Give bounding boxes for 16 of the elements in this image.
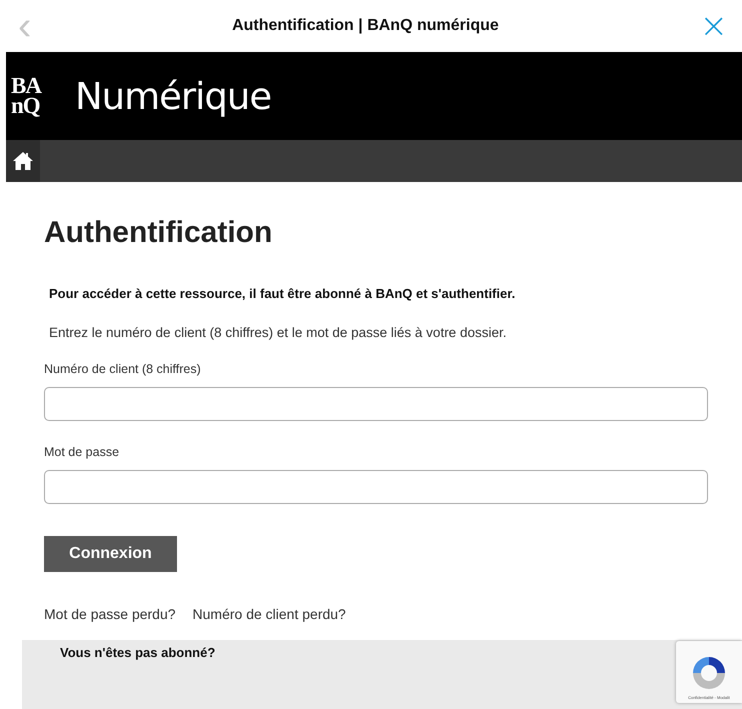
field-label: Numéro de client (8 chiffres): [44, 362, 202, 376]
instructions-text: Entrez le numéro de client (8 chiffres) et le mot de passe liés à votre dossier.: [49, 325, 508, 340]
page-heading: Authentification: [44, 216, 274, 250]
panel-title: Vous n'êtes pas abonné?: [60, 645, 216, 660]
link[interactable]: Numéro de client perdu?: [192, 606, 346, 622]
input-field[interactable]: [44, 470, 708, 504]
home-button[interactable]: [6, 140, 40, 182]
notice-text: Pour accéder à cette ressource, il faut être abonné à BAnQ et s'authentifier.: [49, 286, 516, 301]
login-button[interactable]: Connexion: [44, 536, 177, 572]
field-label: Mot de passe: [44, 445, 120, 459]
window-title: Authentification | BAnQ numérique: [232, 17, 499, 35]
input-field[interactable]: [44, 387, 708, 421]
logo[interactable]: BA nQ: [11, 76, 41, 116]
home-icon: [12, 151, 34, 171]
site-title: Numérique: [74, 74, 272, 118]
link[interactable]: Mot de passe perdu?: [44, 606, 176, 622]
